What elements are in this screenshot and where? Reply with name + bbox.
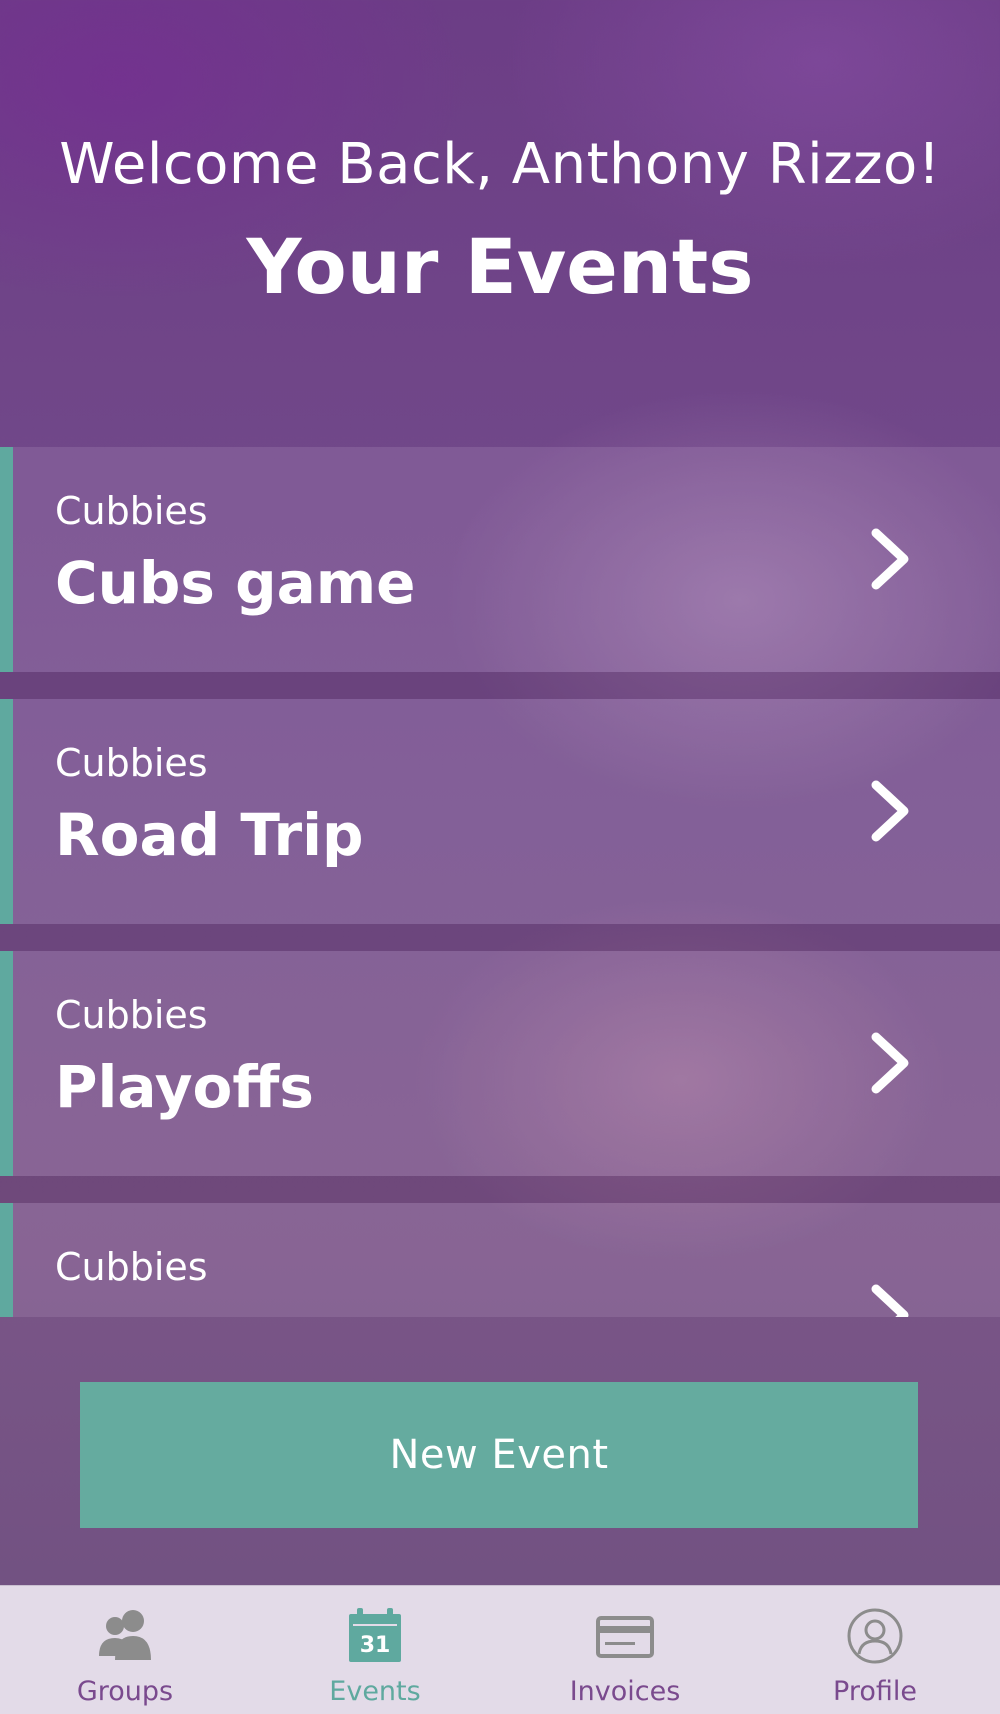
tab-groups[interactable]: Groups	[0, 1586, 250, 1714]
tab-label: Profile	[833, 1676, 917, 1707]
event-card[interactable]: Cubbies	[0, 1203, 1000, 1317]
event-name: Road Trip	[55, 801, 364, 869]
list-divider	[0, 672, 1000, 699]
event-group-label: Cubbies	[55, 489, 208, 533]
tab-events[interactable]: 31 Events	[250, 1586, 500, 1714]
event-name: Cubs game	[55, 549, 416, 617]
chevron-right-icon	[871, 780, 909, 842]
tab-invoices[interactable]: Invoices	[500, 1586, 750, 1714]
events-list[interactable]: Cubbies Cubs game Cubbies Road Trip Cubb…	[0, 447, 1000, 1317]
tab-bar: Groups 31 Events Invoices Profile	[0, 1585, 1000, 1714]
list-divider	[0, 924, 1000, 951]
event-group-label: Cubbies	[55, 1245, 208, 1289]
welcome-message: Welcome Back, Anthony Rizzo!	[59, 132, 941, 197]
tab-label: Events	[329, 1676, 421, 1707]
credit-card-icon	[596, 1616, 654, 1658]
chevron-right-icon	[871, 1284, 909, 1317]
tab-label: Invoices	[569, 1676, 681, 1707]
calendar-icon: 31	[349, 1608, 401, 1662]
groups-icon	[99, 1610, 151, 1660]
chevron-right-icon	[871, 1032, 909, 1094]
tab-profile[interactable]: Profile	[750, 1586, 1000, 1714]
new-event-button[interactable]: New Event	[80, 1382, 918, 1528]
header: Welcome Back, Anthony Rizzo! Your Events	[0, 0, 1000, 447]
chevron-right-icon	[871, 528, 909, 590]
profile-icon	[847, 1608, 903, 1664]
event-card[interactable]: Cubbies Cubs game	[0, 447, 1000, 672]
page-title: Your Events	[246, 222, 754, 311]
list-divider	[0, 1176, 1000, 1203]
event-card[interactable]: Cubbies Playoffs	[0, 951, 1000, 1176]
event-name: Playoffs	[55, 1053, 314, 1121]
tab-label: Groups	[76, 1676, 174, 1707]
event-card[interactable]: Cubbies Road Trip	[0, 699, 1000, 924]
event-group-label: Cubbies	[55, 993, 208, 1037]
calendar-icon-day: 31	[360, 1633, 391, 1658]
event-group-label: Cubbies	[55, 741, 208, 785]
